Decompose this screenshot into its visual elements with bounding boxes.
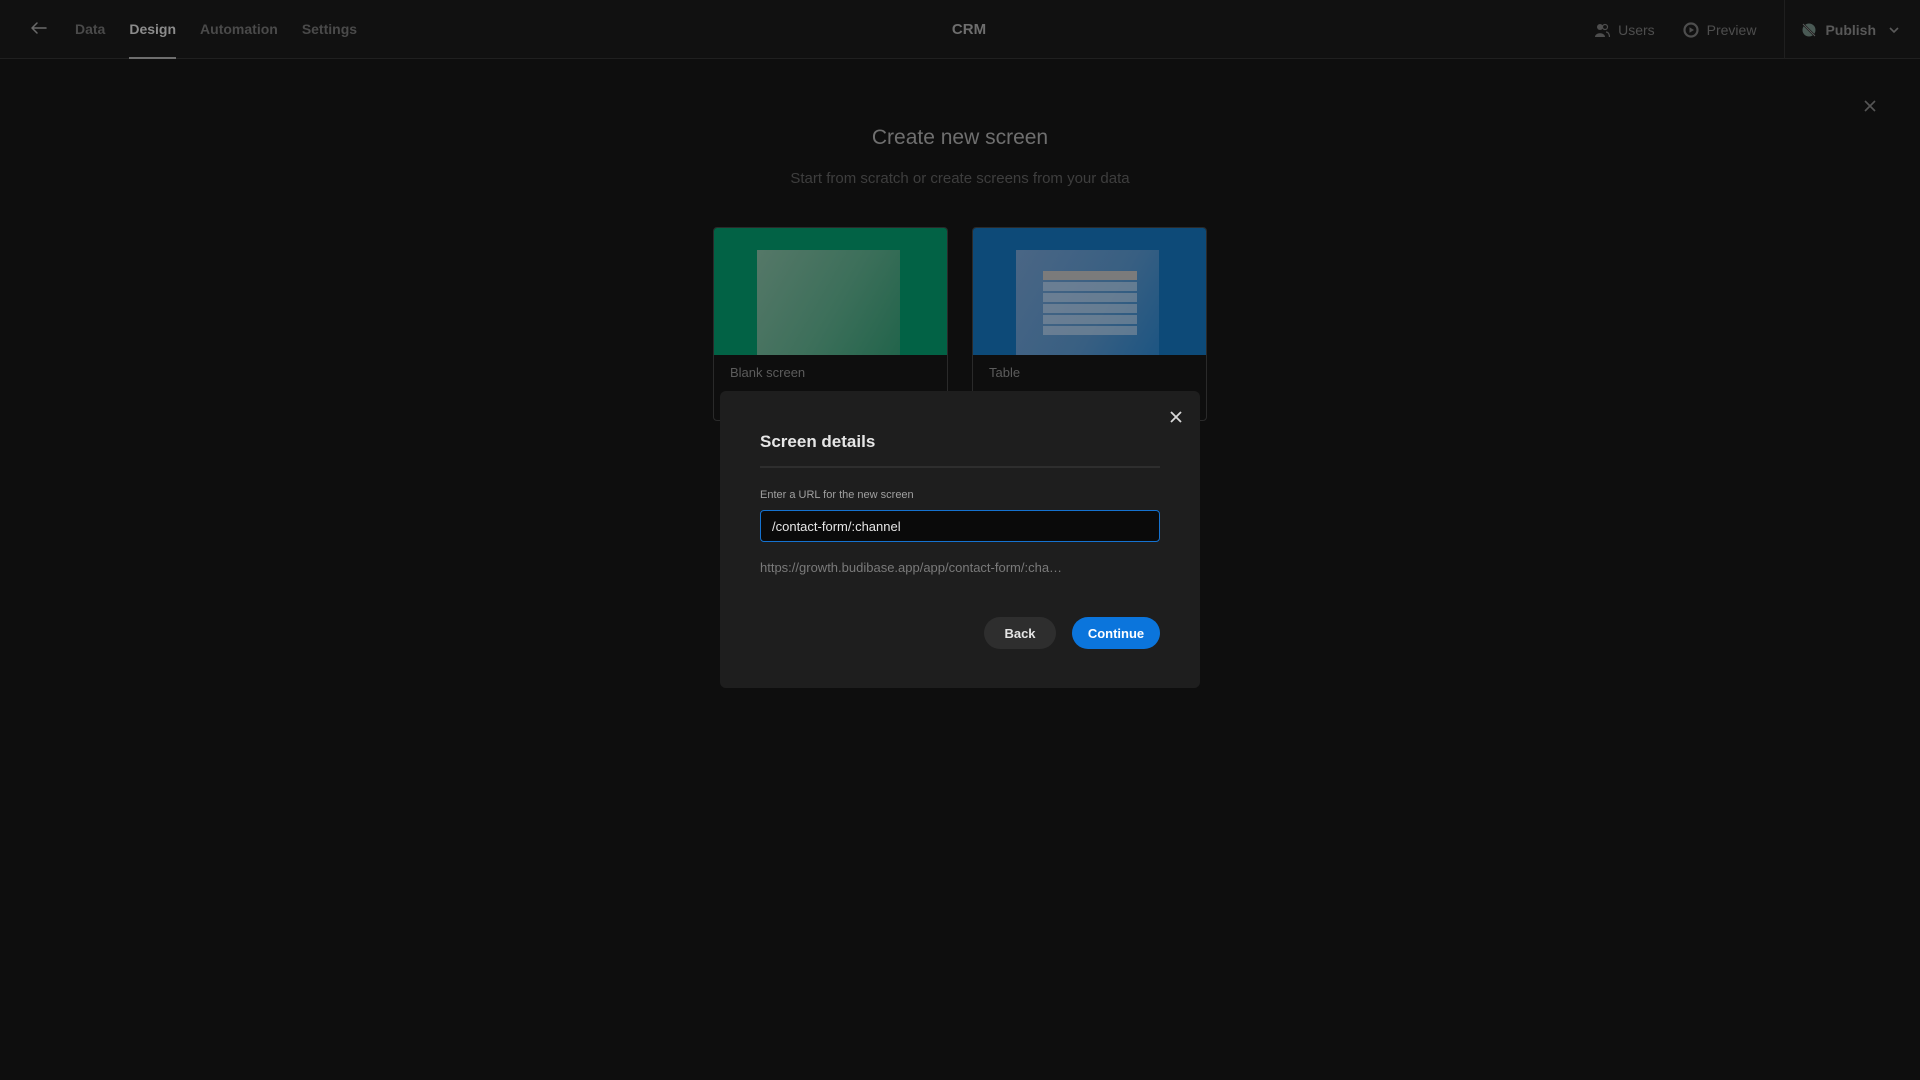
publish-button[interactable]: Publish — [1801, 22, 1900, 38]
topbar-divider — [1784, 0, 1786, 59]
url-field-label: Enter a URL for the new screen — [760, 489, 914, 501]
tab-data[interactable]: Data — [75, 0, 105, 59]
users-label: Users — [1618, 21, 1655, 38]
preview-button[interactable]: Preview — [1683, 21, 1757, 38]
nav-tabs: Data Design Automation Settings — [75, 0, 381, 59]
close-icon[interactable] — [1860, 96, 1880, 116]
close-icon[interactable] — [1167, 408, 1185, 426]
page-subtitle: Start from scratch or create screens fro… — [790, 170, 1130, 187]
globe-off-icon — [1802, 22, 1817, 37]
topbar-actions: Users Preview Publish — [1594, 0, 1920, 59]
app-title: CRM — [951, 21, 987, 38]
table-preview — [973, 228, 1206, 355]
url-preview: https://growth.budibase.app/app/contact-… — [760, 560, 1063, 575]
chevron-down-icon[interactable] — [1888, 24, 1900, 36]
url-input[interactable] — [760, 510, 1160, 542]
publish-label: Publish — [1825, 21, 1876, 38]
preview-label: Preview — [1706, 21, 1757, 38]
back-button[interactable]: Back — [984, 617, 1056, 649]
template-card-label: Blank screen — [730, 365, 806, 380]
tab-settings[interactable]: Settings — [302, 0, 357, 59]
table-illustration — [1043, 271, 1137, 337]
modal-divider — [760, 466, 1160, 468]
modal-title: Screen details — [760, 432, 876, 451]
page-title: Create new screen — [871, 126, 1049, 149]
users-button[interactable]: Users — [1594, 22, 1655, 38]
blank-screen-thumbnail — [757, 250, 900, 355]
top-navigation-bar: Data Design Automation Settings CRM User… — [0, 0, 1920, 59]
play-circle-icon — [1683, 21, 1699, 38]
tab-automation[interactable]: Automation — [200, 0, 278, 59]
tab-design[interactable]: Design — [129, 0, 176, 59]
continue-button[interactable]: Continue — [1072, 617, 1160, 649]
back-arrow-icon[interactable] — [28, 17, 50, 39]
users-icon — [1595, 23, 1611, 37]
blank-screen-preview — [714, 228, 947, 355]
table-thumbnail — [1016, 250, 1159, 355]
template-card-label: Table — [989, 365, 1021, 380]
screen-details-modal: Screen details Enter a URL for the new s… — [720, 391, 1200, 688]
